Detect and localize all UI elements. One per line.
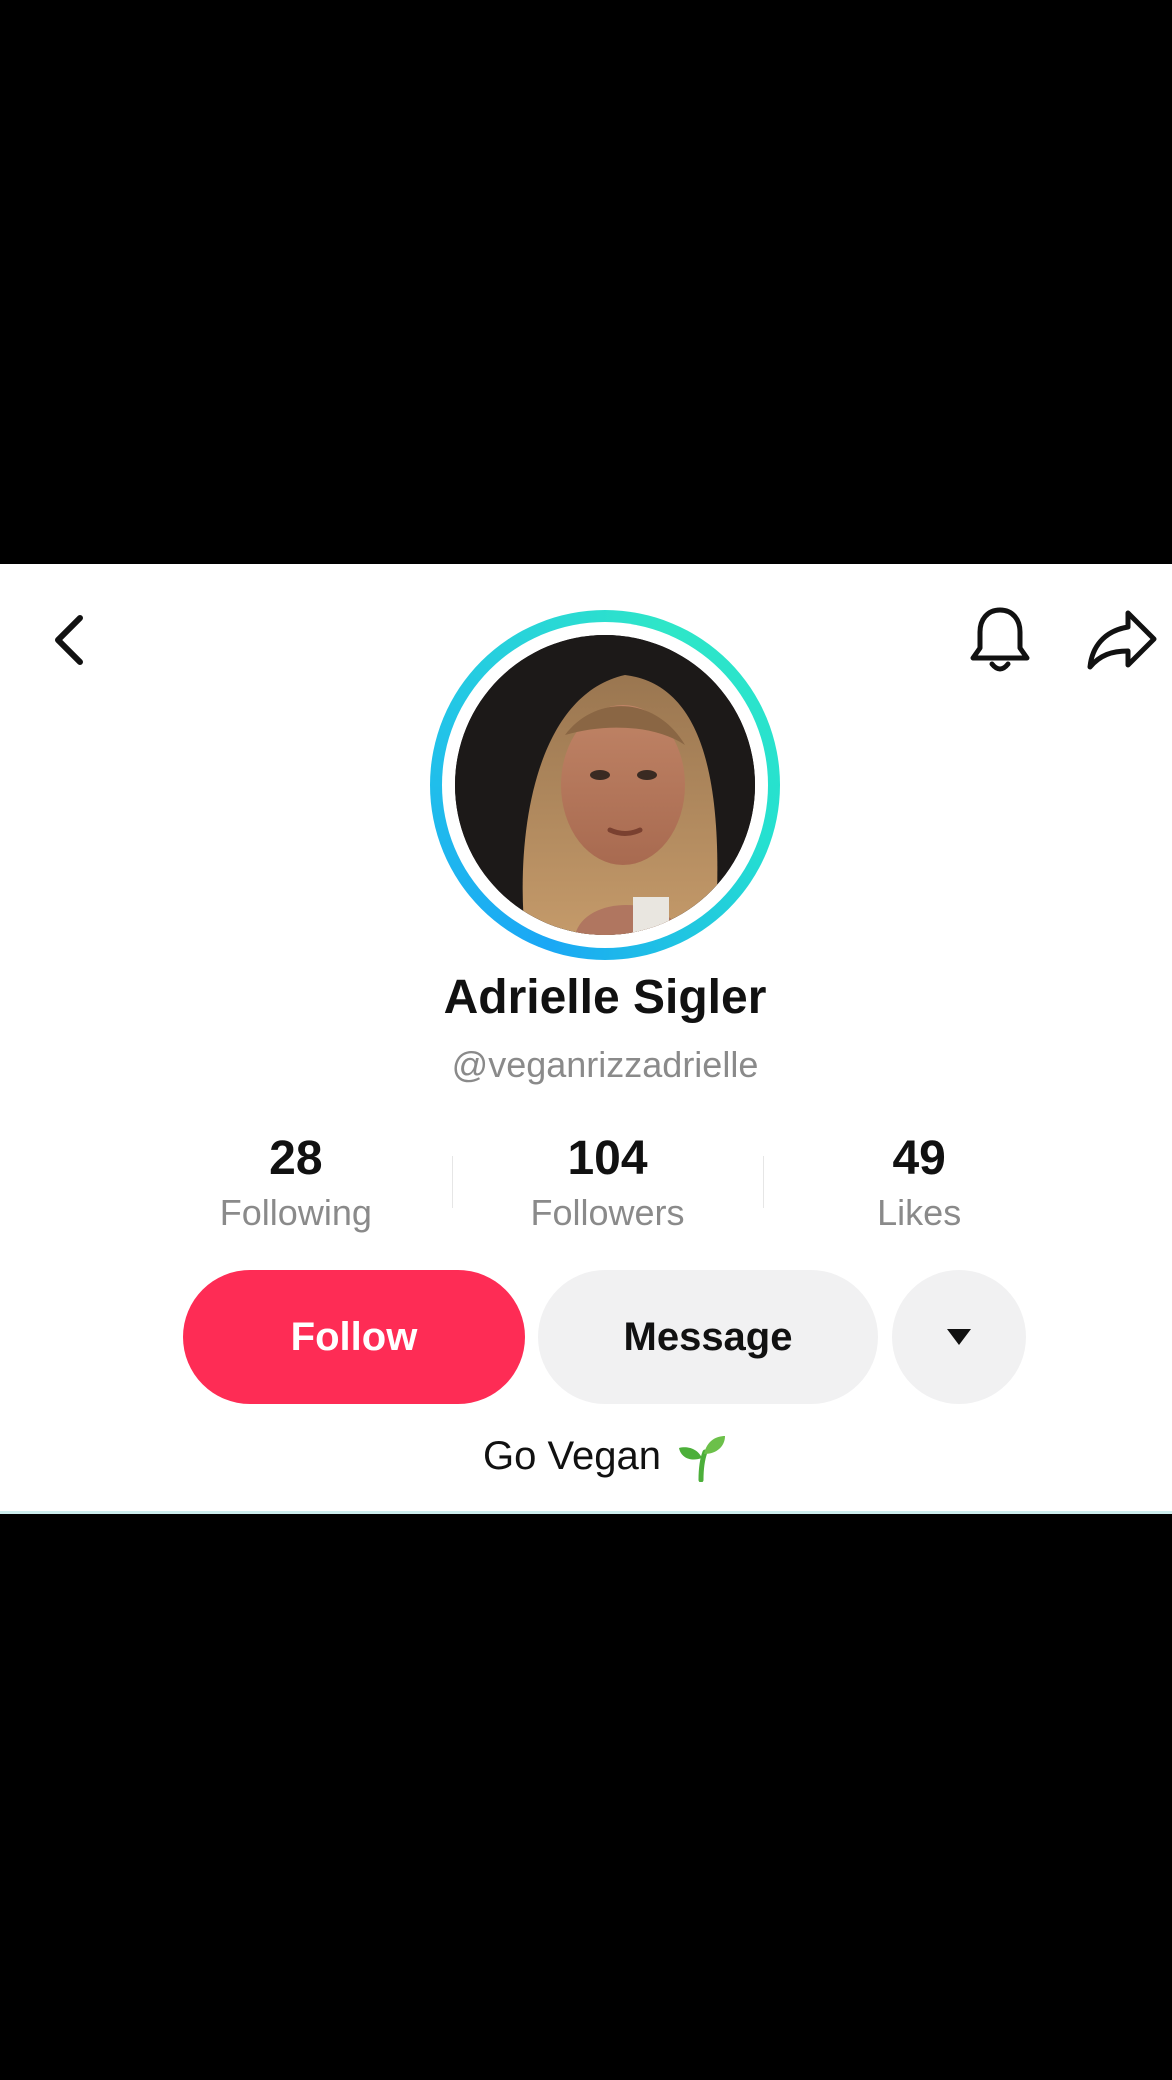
share-button[interactable] [1080, 600, 1164, 680]
display-name: Adrielle Sigler [443, 971, 767, 1024]
stat-label: Likes [877, 1192, 962, 1233]
avatar-story-ring[interactable] [430, 610, 780, 960]
message-button[interactable]: Message [538, 1270, 878, 1404]
stat-value: 104 [567, 1132, 648, 1185]
bell-icon [970, 607, 1030, 672]
avatar-gap [442, 622, 768, 948]
stat-label: Followers [530, 1192, 685, 1233]
back-button[interactable] [40, 600, 100, 680]
profile-header: Adrielle Sigler @veganrizzadrielle 28 Fo… [0, 564, 1172, 1514]
more-options-button[interactable] [892, 1270, 1026, 1404]
stat-followers[interactable]: 104 Followers [451, 1130, 764, 1240]
notification-bell-button[interactable] [960, 600, 1040, 680]
follow-button[interactable]: Follow [183, 1270, 525, 1404]
caret-down-icon [947, 1329, 971, 1345]
stat-value: 28 [269, 1132, 323, 1185]
avatar-photo [455, 635, 755, 935]
letterbox-bottom [0, 1514, 1172, 2080]
letterbox-top [0, 0, 1172, 564]
bio-text: Go Vegan [483, 1433, 661, 1478]
stat-following[interactable]: 28 Following [140, 1130, 452, 1240]
bio: Go Vegan [0, 1430, 1172, 1482]
chevron-left-icon [55, 615, 83, 665]
seedling-icon [678, 1436, 725, 1482]
stat-label: Following [219, 1192, 372, 1233]
stat-value: 49 [892, 1132, 946, 1185]
username: @veganrizzadrielle [451, 1044, 759, 1085]
avatar [455, 635, 755, 935]
stat-likes[interactable]: 49 Likes [763, 1130, 1075, 1240]
profile-stats: 28 Following 104 Followers 49 Likes [140, 1130, 1075, 1240]
share-arrow-icon [1087, 610, 1157, 670]
